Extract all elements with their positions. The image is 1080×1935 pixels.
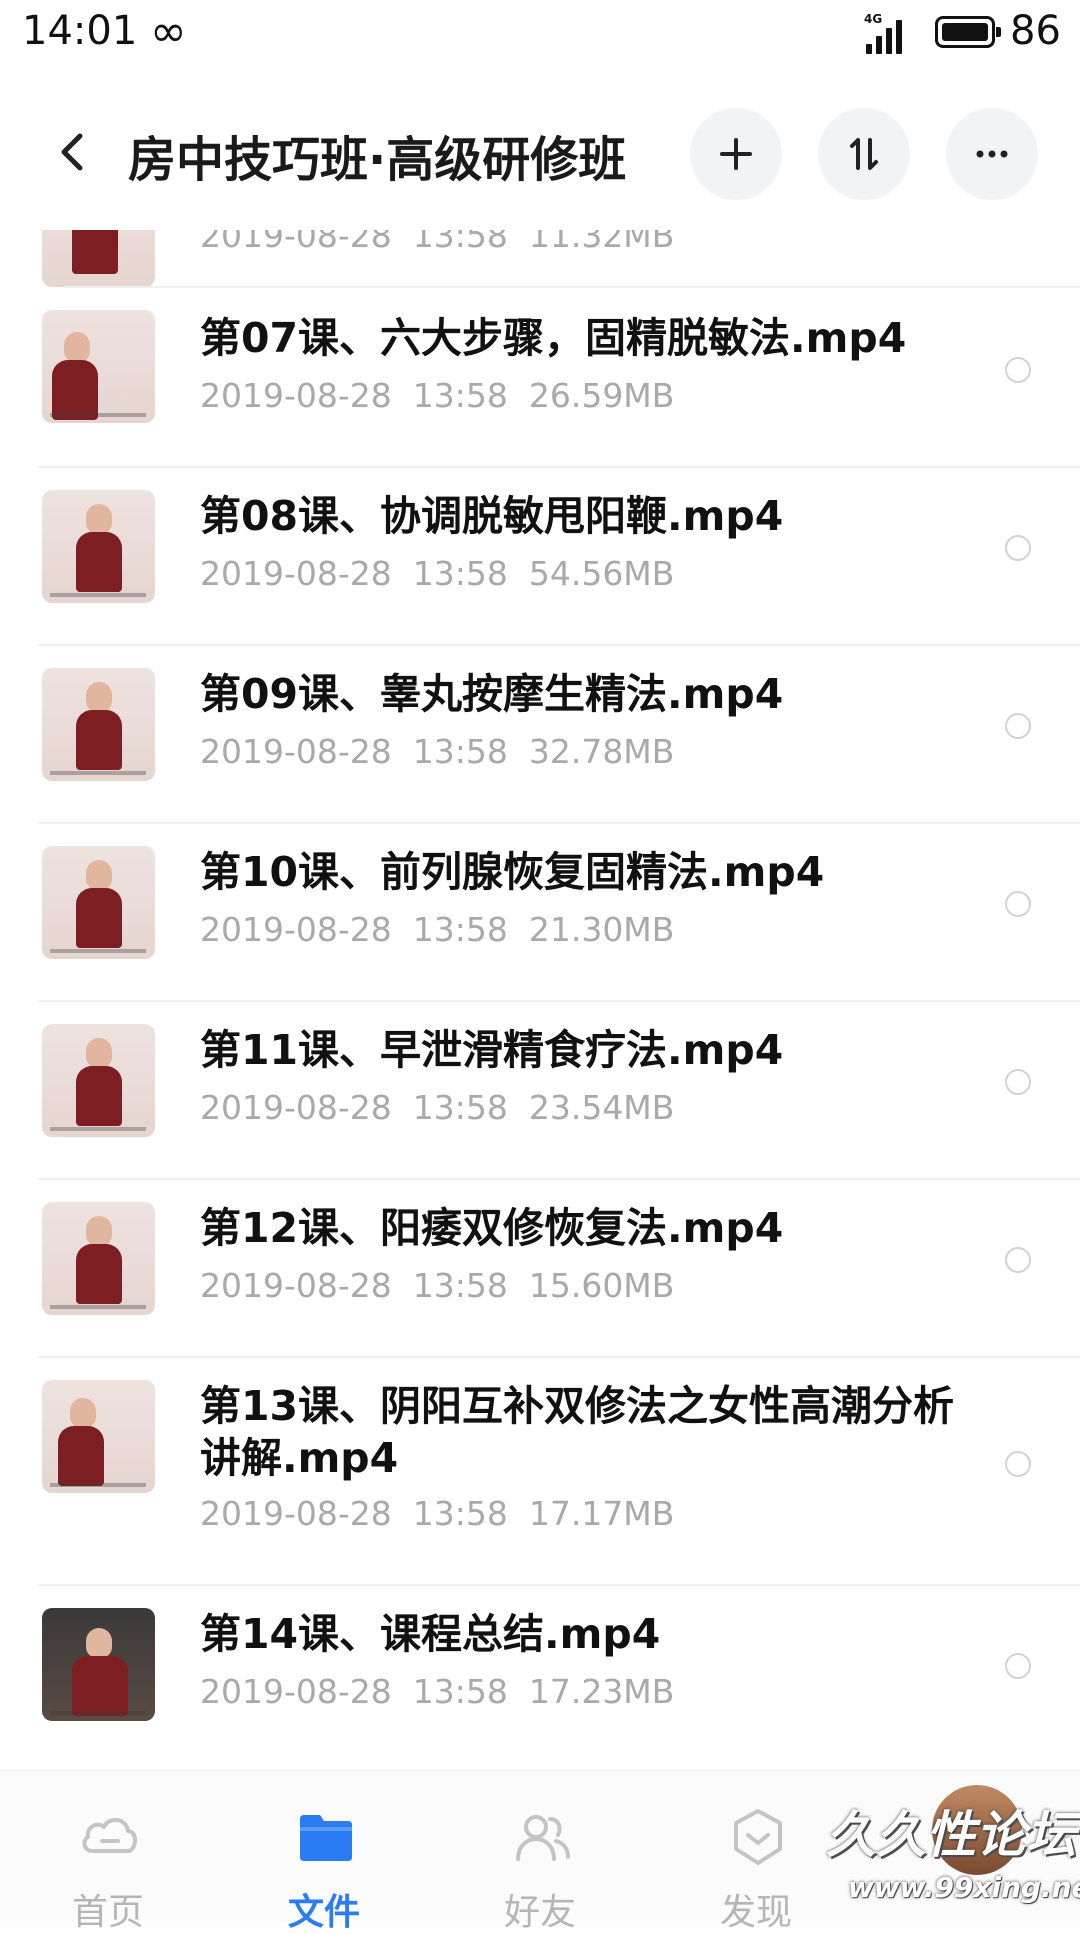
file-meta: 2019-08-28 13:58 15.60MB — [200, 1266, 675, 1305]
select-radio[interactable] — [1005, 891, 1031, 917]
header: 房中技巧班·高级研修班 — [0, 80, 1080, 230]
plus-icon — [720, 138, 752, 170]
folder-icon — [300, 1815, 352, 1861]
more-button[interactable] — [946, 108, 1038, 200]
tab-friends[interactable]: 好友 — [440, 1771, 640, 1933]
tab-label: 好友 — [503, 1892, 576, 1933]
tab-home[interactable]: 首页 — [8, 1771, 208, 1933]
file-meta: 2019-08-28 13:58 17.23MB — [200, 1672, 675, 1711]
watermark-url: www.99xing.net — [848, 1871, 1080, 1904]
file-meta: 2019-08-28 13:58 17.17MB — [200, 1494, 675, 1533]
list-item[interactable]: 第09课、睾丸按摩生精法.mp4 2019-08-28 13:58 32.78M… — [0, 646, 1080, 824]
list-item[interactable]: 第07课、六大步骤，固精脱敏法.mp4 2019-08-28 13:58 26.… — [0, 290, 1080, 468]
video-thumbnail — [42, 1024, 155, 1137]
sort-button[interactable] — [818, 108, 910, 200]
network-type: 4G — [864, 12, 883, 26]
file-meta: 2019-08-28 13:58 21.30MB — [200, 910, 675, 949]
select-radio[interactable] — [1005, 535, 1031, 561]
tab-files[interactable]: 文件 — [224, 1771, 424, 1933]
battery-percent: 86 — [1010, 8, 1061, 54]
file-meta: 2019-08-28 13:58 11.32MB — [200, 230, 675, 255]
status-bar: 14:01 ∞ 4G 86 — [0, 0, 1080, 70]
video-thumbnail — [42, 230, 155, 287]
battery-icon — [935, 16, 1001, 48]
select-radio[interactable] — [1005, 357, 1031, 383]
file-meta: 2019-08-28 13:58 26.59MB — [200, 376, 675, 415]
tab-label: 文件 — [287, 1892, 360, 1933]
file-name: 第10课、前列腺恢复固精法.mp4 — [200, 848, 825, 896]
list-item[interactable]: 第08课、协调脱敏甩阳鞭.mp4 2019-08-28 13:58 54.56M… — [0, 468, 1080, 646]
file-list[interactable]: 2019-08-28 13:58 11.32MB 第07课、六大步骤，固精脱敏法… — [0, 230, 1080, 1770]
video-thumbnail — [42, 310, 155, 423]
file-name: 第11课、早泄滑精食疗法.mp4 — [200, 1026, 784, 1074]
file-name: 第07课、六大步骤，固精脱敏法.mp4 — [200, 314, 907, 362]
list-item[interactable]: 第14课、课程总结.mp4 2019-08-28 13:58 17.23MB — [0, 1586, 1080, 1764]
cloud-icon — [82, 1818, 137, 1853]
tab-label: 首页 — [71, 1892, 144, 1933]
discover-icon — [734, 1809, 782, 1865]
video-thumbnail — [42, 846, 155, 959]
signal-icon: 4G — [862, 12, 912, 54]
file-meta: 2019-08-28 13:58 54.56MB — [200, 554, 675, 593]
list-item[interactable]: 第10课、前列腺恢复固精法.mp4 2019-08-28 13:58 21.30… — [0, 824, 1080, 1002]
select-radio[interactable] — [1005, 1247, 1031, 1273]
file-name: 第14课、课程总结.mp4 — [200, 1610, 661, 1658]
tab-label: 发现 — [719, 1892, 792, 1933]
list-item[interactable]: 第13课、阴阳互补双修法之女性高潮分析讲解.mp4 2019-08-28 13:… — [0, 1358, 1080, 1586]
video-thumbnail — [42, 1608, 155, 1721]
video-thumbnail — [42, 490, 155, 603]
bottom-tab-bar: 首页 文件 好友 发现 久久性论坛 www.99xing.net — [0, 1770, 1080, 1933]
select-radio[interactable] — [1005, 1069, 1031, 1095]
more-icon — [976, 150, 1008, 158]
video-thumbnail — [42, 1380, 155, 1493]
select-radio[interactable] — [1005, 1653, 1031, 1679]
file-name: 第13课、阴阳互补双修法之女性高潮分析讲解.mp4 — [200, 1382, 955, 1482]
file-meta: 2019-08-28 13:58 32.78MB — [200, 732, 675, 771]
watermark-text: 久久性论坛 — [826, 1806, 1076, 1864]
video-thumbnail — [42, 1202, 155, 1315]
select-radio[interactable] — [1005, 713, 1031, 739]
status-time: 14:01 — [22, 8, 138, 54]
page-title: 房中技巧班·高级研修班 — [128, 132, 627, 188]
back-icon[interactable] — [46, 124, 102, 180]
file-meta: 2019-08-28 13:58 23.54MB — [200, 1088, 675, 1127]
sort-icon — [850, 138, 878, 170]
file-name: 第09课、睾丸按摩生精法.mp4 — [200, 670, 784, 718]
infinity-icon: ∞ — [150, 6, 187, 57]
select-radio[interactable] — [1005, 1451, 1031, 1477]
add-button[interactable] — [690, 108, 782, 200]
friends-icon — [516, 1815, 570, 1861]
file-name: 第08课、协调脱敏甩阳鞭.mp4 — [200, 492, 784, 540]
file-name: 第12课、阳痿双修恢复法.mp4 — [200, 1204, 784, 1252]
list-item[interactable]: 第11课、早泄滑精食疗法.mp4 2019-08-28 13:58 23.54M… — [0, 1002, 1080, 1180]
list-item[interactable]: 第12课、阳痿双修恢复法.mp4 2019-08-28 13:58 15.60M… — [0, 1180, 1080, 1358]
video-thumbnail — [42, 668, 155, 781]
